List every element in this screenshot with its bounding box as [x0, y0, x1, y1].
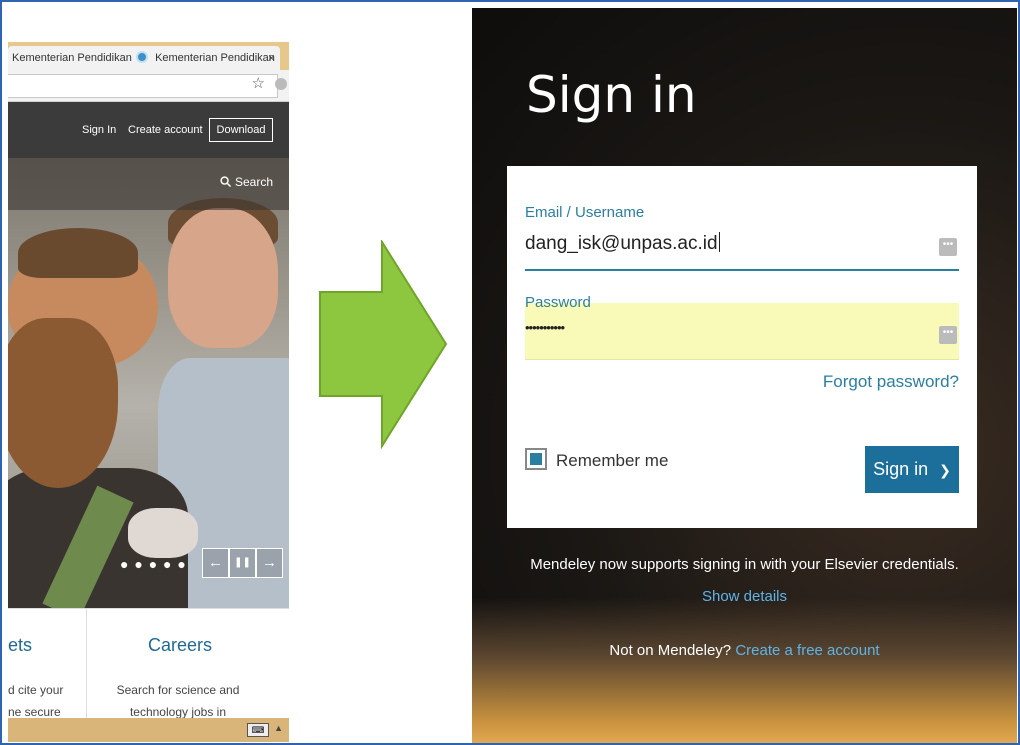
search-button[interactable]: Search: [220, 175, 273, 189]
email-underline: [525, 269, 959, 271]
feature-cards: ets d cite your ne secure Careers Search…: [8, 608, 289, 719]
show-details-row: Show details: [472, 588, 1017, 605]
email-value: dang_isk@unpas.ac.id: [525, 233, 718, 254]
browser-tab-1[interactable]: Kementerian Pendidikan ×: [8, 46, 146, 70]
card-text-careers: Search for science and technology jobs i…: [108, 679, 248, 723]
checkbox-checked-mark: [530, 453, 542, 465]
address-bar: ☆: [8, 70, 289, 102]
card-text-line: d cite your: [8, 683, 64, 697]
field-menu-icon[interactable]: •••: [939, 238, 957, 256]
chevron-right-icon: ❯: [939, 462, 951, 478]
page-title: Sign in: [526, 66, 697, 124]
remember-me-label[interactable]: Remember me: [556, 451, 668, 471]
taskbar: ⌨ ▲: [8, 718, 289, 742]
sign-in-link[interactable]: Sign In: [82, 124, 116, 136]
right-arrow-icon: [319, 240, 448, 450]
email-label: Email / Username: [525, 204, 645, 221]
create-account-link[interactable]: Create account: [128, 124, 203, 136]
text-caret: [718, 232, 720, 252]
tab-label: Kementerian Pendidikan: [12, 52, 132, 64]
keyboard-icon[interactable]: ⌨: [247, 723, 269, 737]
remember-me-checkbox[interactable]: [525, 448, 547, 470]
hero-carousel: Search ● ● ● ● ● ← ❚❚ →: [8, 158, 289, 608]
search-icon: [220, 176, 232, 188]
carousel-dots[interactable]: ● ● ● ● ●: [120, 556, 187, 572]
search-bar: Search: [8, 158, 289, 210]
sign-in-button-label: Sign in: [873, 459, 929, 479]
background-glow: [472, 598, 1017, 743]
download-button[interactable]: Download: [209, 118, 273, 142]
url-input[interactable]: [8, 74, 278, 98]
not-on-mendeley-text: Not on Mendeley?: [609, 642, 732, 659]
tray-up-icon[interactable]: ▲: [274, 723, 283, 733]
signin-page: Sign in Email / Username dang_isk@unpas.…: [472, 8, 1017, 743]
create-account-row: Not on Mendeley? Create a free account: [472, 642, 1017, 659]
browser-tab-2[interactable]: Kementerian Pendidikan ×: [132, 46, 280, 70]
field-menu-icon[interactable]: •••: [939, 326, 957, 344]
signin-card: Email / Username dang_isk@unpas.ac.id ••…: [507, 166, 977, 528]
bookmark-star-icon[interactable]: ☆: [252, 74, 265, 92]
extension-icon[interactable]: [275, 78, 287, 90]
card-text-line: Search for science and: [116, 683, 240, 697]
show-details-link[interactable]: Show details: [702, 588, 787, 605]
password-label: Password: [525, 294, 591, 311]
mendeley-note: Mendeley now supports signing in with yo…: [530, 556, 959, 573]
divider: [86, 609, 87, 719]
browser-screenshot: Kementerian Pendidikan × Kementerian Pen…: [8, 42, 289, 742]
password-field[interactable]: [525, 303, 959, 360]
search-label: Search: [234, 175, 273, 189]
email-field[interactable]: dang_isk@unpas.ac.id: [525, 232, 720, 255]
favicon-icon: [136, 51, 148, 63]
create-free-account-link[interactable]: Create a free account: [735, 642, 879, 659]
forgot-password-link[interactable]: Forgot password?: [823, 372, 959, 392]
sign-in-button[interactable]: Sign in ❯: [865, 446, 959, 493]
password-value: •••••••••••: [525, 320, 565, 335]
carousel-pause-button[interactable]: ❚❚: [229, 548, 256, 578]
close-icon[interactable]: ×: [268, 46, 275, 70]
tab-label: Kementerian Pendidikan: [155, 52, 275, 64]
browser-tab-bar: Kementerian Pendidikan × Kementerian Pen…: [8, 42, 289, 70]
card-text-line: technology jobs in: [129, 705, 227, 719]
carousel-next-button[interactable]: →: [256, 548, 283, 578]
card-text-line: ne secure: [8, 705, 61, 719]
card-title-datasets[interactable]: ets: [8, 635, 32, 656]
carousel-prev-button[interactable]: ←: [202, 548, 229, 578]
site-nav: Sign In Create account Download: [8, 102, 289, 158]
card-text-datasets: d cite your ne secure: [8, 679, 63, 723]
card-title-careers[interactable]: Careers: [148, 635, 212, 656]
